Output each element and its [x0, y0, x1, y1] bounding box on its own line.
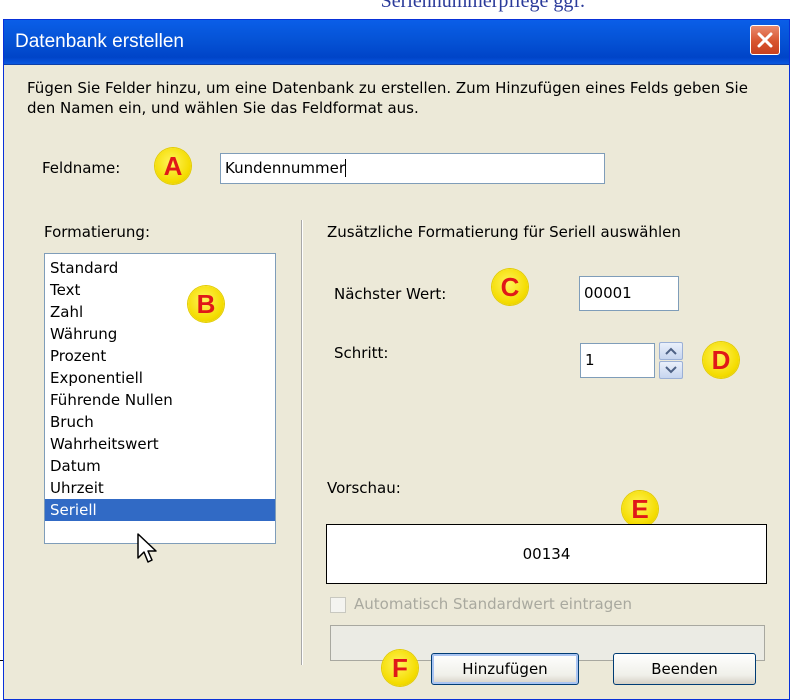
format-label: Formatierung:: [44, 223, 151, 241]
format-option[interactable]: Wahrheitswert: [45, 433, 275, 455]
format-option[interactable]: Datum: [45, 455, 275, 477]
auto-default-label: Automatisch Standardwert eintragen: [354, 595, 632, 613]
format-listbox[interactable]: Standard Text Zahl Währung Prozent Exponentie…: [44, 253, 276, 544]
close-dialog-button[interactable]: Beenden: [613, 653, 756, 685]
format-option[interactable]: Prozent: [45, 345, 275, 367]
format-option[interactable]: Bruch: [45, 411, 275, 433]
format-option[interactable]: Standard: [45, 257, 275, 279]
close-button[interactable]: [750, 25, 780, 55]
arrow-down-icon: [665, 366, 677, 374]
extra-format-label: Zusätzliche Formatierung für Seriell aus…: [327, 223, 681, 241]
intro-text: Fügen Sie Felder hinzu, um eine Datenban…: [27, 79, 748, 117]
format-option[interactable]: Seriell: [45, 499, 275, 521]
preview-label: Vorschau:: [327, 479, 401, 497]
step-down-button[interactable]: [659, 361, 683, 379]
title-bar[interactable]: Datenbank erstellen: [4, 20, 789, 65]
field-name-label: Feldname:: [42, 159, 121, 177]
annotation-f: F: [382, 650, 418, 686]
step-spinner: [659, 342, 683, 379]
annotation-a: A: [155, 148, 191, 184]
arrow-up-icon: [665, 347, 677, 355]
annotation-e: E: [622, 491, 658, 527]
divider: [301, 220, 303, 665]
format-option[interactable]: Exponentiell: [45, 367, 275, 389]
preview-box: 00134: [326, 524, 767, 584]
add-button[interactable]: Hinzufügen: [431, 653, 579, 685]
format-option[interactable]: Text: [45, 279, 275, 301]
field-name-input[interactable]: Kundennummer: [220, 153, 605, 184]
close-icon: [757, 32, 773, 48]
annotation-d: D: [703, 342, 739, 378]
format-option[interactable]: Uhrzeit: [45, 477, 275, 499]
annotation-b: B: [188, 286, 224, 322]
mouse-cursor-icon: [137, 533, 157, 563]
step-input[interactable]: 1: [580, 343, 655, 378]
format-option[interactable]: Währung: [45, 323, 275, 345]
format-option[interactable]: Führende Nullen: [45, 389, 275, 411]
background-text: Seriennummerpflege ggf.: [380, 0, 585, 12]
step-label: Schritt:: [334, 344, 389, 362]
next-value-input[interactable]: 00001: [579, 276, 679, 311]
dialog-title: Datenbank erstellen: [15, 31, 184, 52]
step-up-button[interactable]: [659, 342, 683, 360]
next-value-label: Nächster Wert:: [334, 285, 447, 303]
auto-default-checkbox[interactable]: [330, 597, 346, 613]
annotation-c: C: [492, 269, 528, 305]
create-database-dialog: Datenbank erstellen Fügen Sie Felder hin…: [3, 19, 790, 700]
format-option[interactable]: Zahl: [45, 301, 275, 323]
